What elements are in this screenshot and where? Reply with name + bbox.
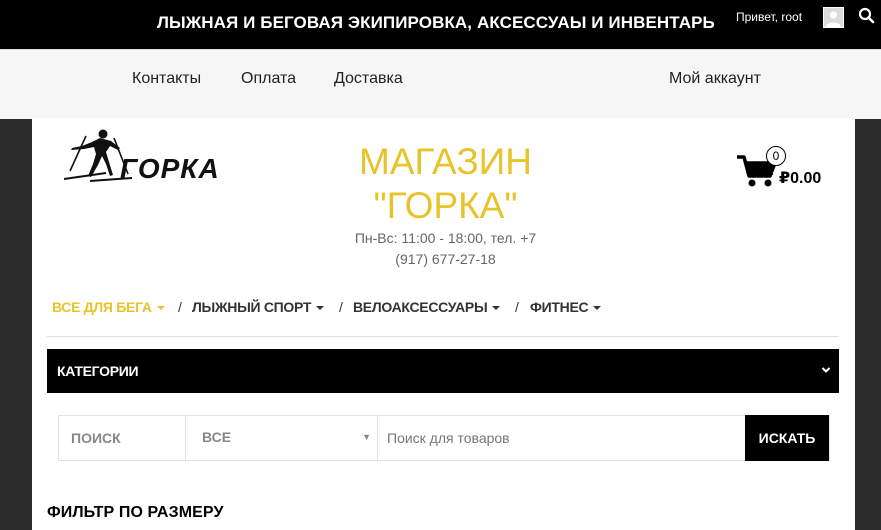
caret-down-icon: [316, 306, 325, 311]
site-logo[interactable]: ГОРКА: [62, 126, 219, 188]
menu-item-running[interactable]: ВСЕ ДЛЯ БЕГА: [52, 299, 165, 315]
user-greeting[interactable]: Привет, root: [736, 10, 802, 24]
nav-link-contacts[interactable]: Контакты: [132, 70, 201, 88]
search-label: ПОИСК: [59, 416, 186, 460]
avatar[interactable]: [823, 7, 844, 28]
menu-item-label: ФИТНЕС: [530, 299, 589, 315]
caret-down-icon: [156, 306, 165, 311]
nav-link-account[interactable]: Мой аккаунт: [669, 70, 761, 88]
search-icon: [858, 7, 875, 24]
top-bar: ЛЫЖНАЯ И БЕГОВАЯ ЭКИПИРОВКА, АКСЕССУАЫ И…: [0, 0, 881, 49]
shop-title-line1: МАГАЗИН: [359, 141, 532, 182]
logo-text: ГОРКА: [120, 153, 217, 184]
menu-item-label: ВСЕ ДЛЯ БЕГА: [52, 299, 152, 315]
select-arrow-icon: ▼: [362, 432, 371, 442]
cart-button[interactable]: 0 ₽0.00: [735, 145, 835, 190]
shop-hours-line1: Пн-Вс: 11:00 - 18:00, тел. +7: [354, 230, 537, 246]
shop-hours-line2: (917) 677-27-18: [395, 251, 496, 267]
nav-link-payment[interactable]: Оплата: [241, 70, 296, 88]
caret-down-icon: [492, 306, 501, 311]
nav-link-delivery[interactable]: Доставка: [334, 70, 403, 88]
shop-title-line2: "ГОРКА": [373, 185, 518, 226]
size-filter-title: ФИЛЬТР ПО РАЗМЕРУ: [47, 504, 224, 521]
menu-separator: /: [515, 299, 519, 315]
categories-label: КАТЕГОРИИ: [57, 363, 139, 379]
product-search-form: ПОИСК ВСЕ ▼ ИСКАТЬ: [58, 415, 830, 461]
menu-item-label: ЛЫЖНЫЙ СПОРТ: [192, 299, 312, 315]
menu-item-bike-accessories[interactable]: ВЕЛОАКСЕССУАРЫ: [353, 299, 501, 315]
search-submit-button[interactable]: ИСКАТЬ: [745, 415, 829, 461]
search-category-select[interactable]: ВСЕ ▼: [186, 416, 378, 460]
main-content: ГОРКА МАГАЗИН "ГОРКА" Пн-Вс: 11:00 - 18:…: [32, 118, 855, 530]
chevron-down-icon: [821, 367, 831, 373]
categories-dropdown[interactable]: КАТЕГОРИИ: [47, 349, 839, 393]
cart-count-badge: 0: [766, 146, 786, 166]
cart-total: ₽0.00: [779, 170, 822, 187]
skier-logo-icon: ГОРКА: [63, 129, 219, 184]
site-tagline: ЛЫЖНАЯ И БЕГОВАЯ ЭКИПИРОВКА, АКСЕССУАЫ И…: [157, 13, 715, 32]
shop-title: МАГАЗИН "ГОРКА": [302, 140, 589, 228]
menu-item-skiing[interactable]: ЛЫЖНЫЙ СПОРТ: [192, 299, 325, 315]
divider: [47, 336, 839, 337]
menu-item-fitness[interactable]: ФИТНЕС: [530, 299, 602, 315]
avatar-icon: [824, 8, 843, 27]
menu-separator: /: [339, 299, 343, 315]
search-category-value: ВСЕ: [202, 429, 232, 445]
header-search-button[interactable]: [857, 6, 877, 26]
menu-item-label: ВЕЛОАКСЕССУАРЫ: [353, 299, 488, 315]
shop-hours: Пн-Вс: 11:00 - 18:00, тел. +7 (917) 677-…: [302, 228, 589, 270]
menu-separator: /: [178, 299, 182, 315]
caret-down-icon: [593, 306, 602, 311]
nav-bar: Контакты Оплата Доставка Мой аккаунт: [0, 49, 881, 119]
search-input[interactable]: [379, 416, 745, 460]
